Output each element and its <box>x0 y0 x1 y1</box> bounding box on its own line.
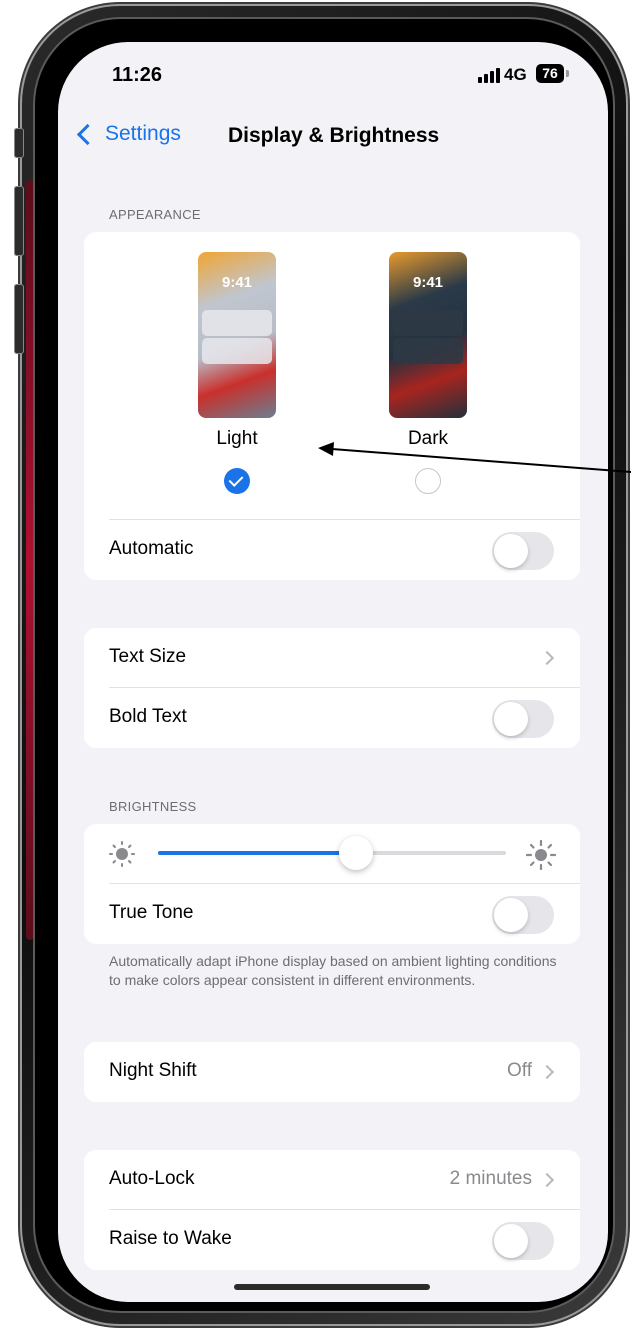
annotation-arrow <box>318 442 631 473</box>
